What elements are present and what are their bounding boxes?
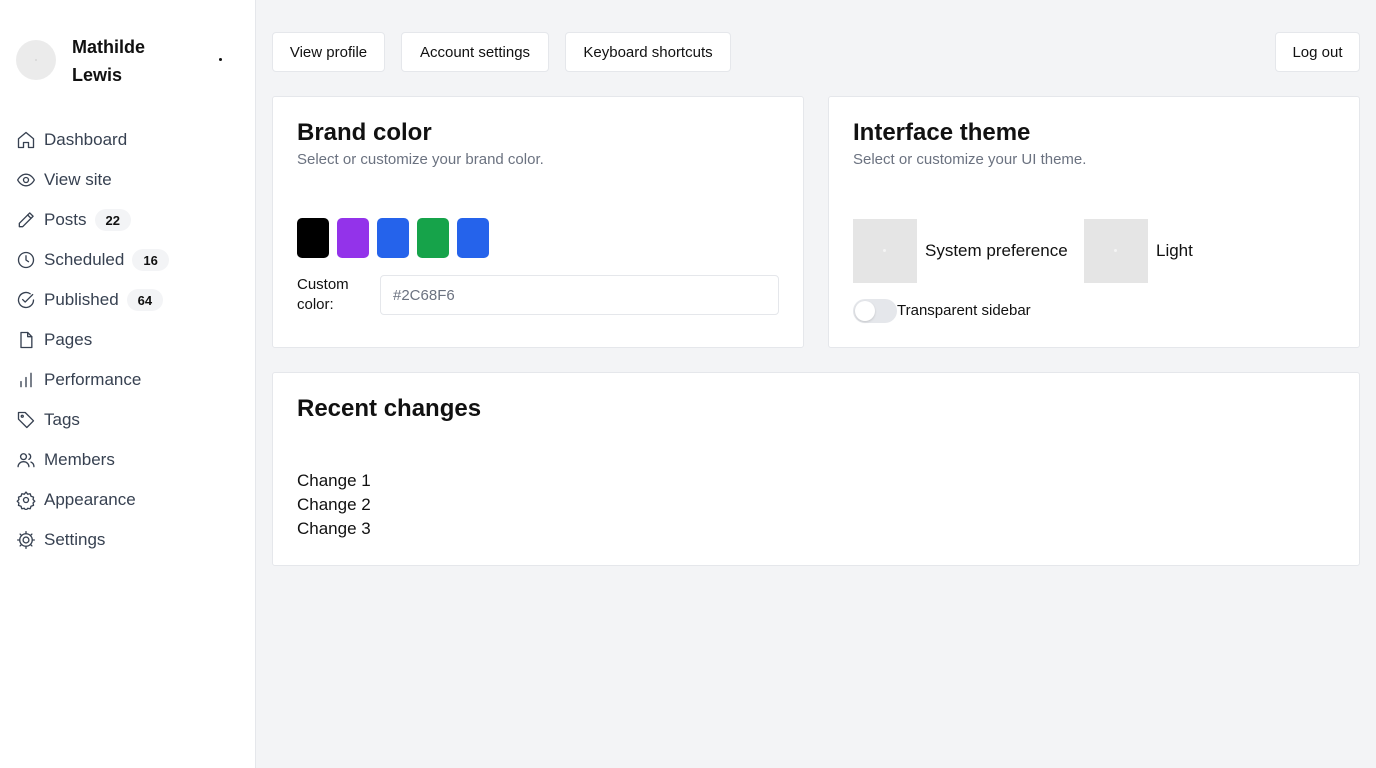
sidebar-item-label: Settings: [44, 530, 106, 549]
user-menu[interactable]: Mathilde Lewis: [16, 32, 240, 88]
bar-chart-icon: [16, 370, 36, 390]
home-icon: [16, 130, 36, 150]
sidebar-item-pages[interactable]: Pages: [16, 320, 240, 360]
scheduled-count-badge: 16: [132, 249, 169, 271]
account-settings-button[interactable]: Account settings: [401, 32, 549, 72]
sidebar-item-label: Scheduled: [44, 250, 125, 269]
cog-icon: [16, 530, 36, 550]
transparent-sidebar-label: Transparent sidebar: [897, 302, 1031, 319]
sidebar-item-label: Pages: [44, 330, 93, 349]
user-menu-toggle-icon[interactable]: [215, 54, 227, 66]
light-theme-label[interactable]: Light: [1156, 241, 1193, 261]
keyboard-shortcuts-button[interactable]: Keyboard shortcuts: [565, 32, 731, 72]
sidebar-item-label: Performance: [44, 370, 142, 389]
sidebar-item-appearance[interactable]: Appearance: [16, 480, 240, 520]
swatch-blue[interactable]: [377, 218, 409, 258]
gear-icon: [16, 490, 36, 510]
sidebar-item-view-site[interactable]: View site: [16, 160, 240, 200]
sidebar-item-members[interactable]: Members: [16, 440, 240, 480]
pencil-icon: [16, 210, 36, 230]
check-circle-icon: [16, 290, 36, 310]
swatch-custom-blue[interactable]: [457, 218, 489, 258]
list-item: Change 1: [297, 471, 371, 490]
transparent-sidebar-toggle[interactable]: [853, 299, 897, 323]
log-out-button[interactable]: Log out: [1275, 32, 1360, 72]
clock-icon: [16, 250, 36, 270]
brand-color-card: Brand color Select or customize your bra…: [272, 96, 804, 348]
list-item: Change 2: [297, 495, 371, 514]
sidebar-item-tags[interactable]: Tags: [16, 400, 240, 440]
sidebar-item-label: View site: [44, 170, 112, 189]
swatch-black[interactable]: [297, 218, 329, 258]
sidebar-item-label: Appearance: [44, 490, 136, 509]
brand-color-subtitle: Select or customize your brand color.: [297, 151, 544, 168]
sidebar-item-label: Dashboard: [44, 130, 128, 149]
swatch-purple[interactable]: [337, 218, 369, 258]
interface-theme-subtitle: Select or customize your UI theme.: [853, 151, 1087, 168]
list-item: Change 3: [297, 519, 371, 538]
user-name: Mathilde Lewis: [72, 37, 146, 85]
sidebar-item-label: Members: [44, 450, 115, 469]
custom-color-label: Custom color:: [297, 276, 349, 313]
tag-icon: [16, 410, 36, 430]
avatar[interactable]: [16, 40, 56, 80]
recent-changes-list: Change 1 Change 2 Change 3: [297, 469, 371, 541]
sidebar-item-label: Tags: [44, 410, 80, 429]
sidebar-item-dashboard[interactable]: Dashboard: [16, 120, 240, 160]
document-icon: [16, 330, 36, 350]
view-profile-button[interactable]: View profile: [272, 32, 385, 72]
eye-icon: [16, 170, 36, 190]
interface-theme-card: Interface theme Select or customize your…: [828, 96, 1360, 348]
recent-changes-title: Recent changes: [297, 395, 482, 422]
sidebar-item-performance[interactable]: Performance: [16, 360, 240, 400]
system-preference-thumbnail[interactable]: [853, 219, 917, 283]
sidebar: Mathilde Lewis Dashboard View site Posts…: [0, 0, 256, 768]
posts-count-badge: 22: [94, 209, 131, 231]
interface-theme-title: Interface theme: [853, 119, 1031, 146]
toggle-knob: [855, 301, 875, 321]
recent-changes-card: Recent changes Change 1 Change 2 Change …: [272, 372, 1360, 566]
sidebar-item-scheduled[interactable]: Scheduled 16: [16, 240, 240, 280]
sidebar-item-label: Posts: [44, 210, 87, 229]
light-theme-thumbnail[interactable]: [1084, 219, 1148, 283]
sidebar-item-label: Published: [44, 290, 119, 309]
sidebar-item-settings[interactable]: Settings: [16, 520, 240, 560]
swatch-green[interactable]: [417, 218, 449, 258]
system-preference-label[interactable]: System preference: [925, 241, 1068, 261]
users-icon: [16, 450, 36, 470]
sidebar-item-published[interactable]: Published 64: [16, 280, 240, 320]
published-count-badge: 64: [126, 289, 164, 311]
sidebar-nav: Dashboard View site Posts 22 Scheduled 1…: [16, 120, 240, 560]
sidebar-item-posts[interactable]: Posts 22: [16, 200, 240, 240]
brand-color-title: Brand color: [297, 119, 432, 146]
custom-color-input[interactable]: [380, 275, 779, 315]
